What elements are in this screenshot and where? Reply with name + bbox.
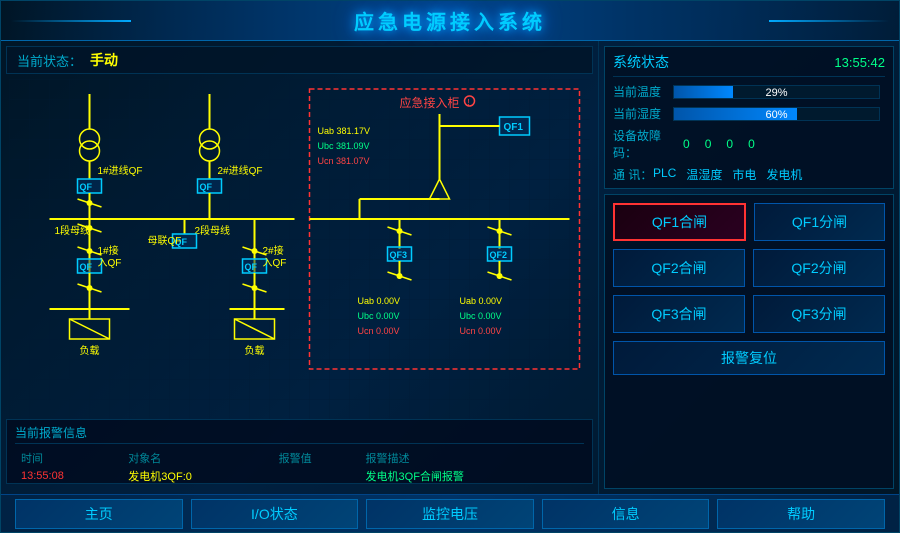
qf3-row: QF3合闸 QF3分闸 (613, 295, 885, 333)
svg-text:母联QF: 母联QF (148, 235, 182, 247)
alarm-reset-button[interactable]: 报警复位 (613, 341, 885, 375)
comm-generator: 发电机 (766, 166, 802, 183)
svg-text:Uab 381.17V: Uab 381.17V (318, 126, 371, 136)
svg-text:Uab 0.00V: Uab 0.00V (358, 296, 401, 306)
left-panel: 当前状态： 手动 应急接入柜 (1, 41, 599, 494)
nav-io-button[interactable]: I/O状态 (191, 499, 359, 529)
diagram-svg: 应急接入柜 ! QF (6, 79, 593, 419)
fault-val-2: 0 (705, 137, 712, 151)
header-title: 应急电源接入系统 (354, 6, 546, 35)
content-area: 当前状态： 手动 应急接入柜 (1, 41, 899, 494)
alarm-value (275, 468, 360, 484)
header: 应急电源接入系统 (1, 1, 899, 41)
alarm-col-device: 对象名 (124, 450, 272, 466)
fault-row: 设备故障码： 0 0 0 0 (613, 127, 885, 161)
main-container: 应急电源接入系统 当前状态： 手动 (0, 0, 900, 533)
svg-text:1#接: 1#接 (98, 244, 119, 257)
alarm-col-desc: 报警描述 (362, 450, 582, 466)
alarm-table: 时间 对象名 报警值 报警描述 13:55:08 发电机3QF:0 发电机3QF… (15, 448, 584, 486)
nav-monitor-button[interactable]: 监控电压 (366, 499, 534, 529)
svg-text:QF2: QF2 (490, 250, 508, 260)
humidity-row: 当前湿度 60% (613, 105, 885, 122)
alarm-section: 当前报警信息 时间 对象名 报警值 报警描述 13:55:08 发电机 (6, 419, 593, 484)
header-deco-left (11, 20, 131, 22)
svg-text:Ubc 381.09V: Ubc 381.09V (318, 141, 370, 151)
comm-temp-hum: 温湿度 (686, 166, 722, 183)
svg-text:Uab 0.00V: Uab 0.00V (460, 296, 503, 306)
temp-label: 当前温度 (613, 83, 673, 100)
alarm-col-value: 报警值 (275, 450, 360, 466)
sys-status-title: 系统状态 (613, 52, 669, 72)
svg-text:入QF: 入QF (263, 258, 287, 269)
status-bar: 当前状态： 手动 (6, 46, 593, 74)
comm-items: PLC 温湿度 市电 发电机 (653, 166, 802, 183)
footer-nav: 主页 I/O状态 监控电压 信息 帮助 (1, 494, 899, 532)
svg-text:Ucn 0.00V: Ucn 0.00V (460, 326, 502, 336)
alarm-desc: 发电机3QF合闸报警 (362, 468, 582, 484)
alarm-device: 发电机3QF:0 (124, 468, 272, 484)
temp-text: 29% (674, 86, 879, 100)
comm-plc: PLC (653, 166, 676, 183)
svg-text:负载: 负载 (80, 344, 100, 357)
nav-help-button[interactable]: 帮助 (717, 499, 885, 529)
comm-mains: 市电 (732, 166, 756, 183)
qf2-open-button[interactable]: QF2分闸 (753, 249, 885, 287)
fault-val-1: 0 (683, 137, 690, 151)
svg-text:QF: QF (245, 262, 258, 272)
fault-val-4: 0 (748, 137, 755, 151)
qf3-close-button[interactable]: QF3合闸 (613, 295, 745, 333)
alarm-title: 当前报警信息 (15, 424, 584, 444)
diagram-container: 应急接入柜 ! QF (6, 79, 593, 419)
sys-time: 13:55:42 (834, 55, 885, 70)
svg-text:QF: QF (200, 182, 213, 192)
svg-text:入QF: 入QF (98, 258, 122, 269)
svg-text:QF1: QF1 (504, 122, 524, 133)
fault-values: 0 0 0 0 (683, 137, 755, 151)
humidity-progress: 60% (673, 107, 880, 121)
svg-text:Ucn 381.07V: Ucn 381.07V (318, 156, 370, 166)
humidity-text: 60% (674, 108, 879, 122)
comm-label: 通 讯： (613, 166, 653, 183)
svg-text:Ubc 0.00V: Ubc 0.00V (460, 311, 502, 321)
status-header: 系统状态 13:55:42 (613, 52, 885, 77)
alarm-col-time: 时间 (17, 450, 122, 466)
system-status: 系统状态 13:55:42 当前温度 29% 当前湿度 60% (604, 46, 894, 189)
svg-text:2#接: 2#接 (263, 244, 284, 257)
comm-row: 通 讯： PLC 温湿度 市电 发电机 (613, 166, 885, 183)
right-panel: 系统状态 13:55:42 当前温度 29% 当前湿度 60% (599, 41, 899, 494)
svg-text:应急接入柜: 应急接入柜 (400, 95, 460, 110)
svg-text:QF: QF (80, 262, 93, 272)
temp-row: 当前温度 29% (613, 83, 885, 100)
fault-val-3: 0 (726, 137, 733, 151)
svg-text:负载: 负载 (245, 344, 265, 357)
qf2-row: QF2合闸 QF2分闸 (613, 249, 885, 287)
qf2-close-button[interactable]: QF2合闸 (613, 249, 745, 287)
control-buttons: QF1合闸 QF1分闸 QF2合闸 QF2分闸 QF3合闸 QF3分闸 报警复位 (604, 194, 894, 489)
svg-text:Ubc 0.00V: Ubc 0.00V (358, 311, 400, 321)
svg-text:Ucn 0.00V: Ucn 0.00V (358, 326, 400, 336)
svg-text:QF: QF (80, 182, 93, 192)
svg-text:2段母线: 2段母线 (195, 224, 231, 237)
status-label: 当前状态： (17, 51, 82, 70)
alarm-time: 13:55:08 (17, 468, 122, 484)
svg-text:1#进线QF: 1#进线QF (98, 164, 143, 177)
qf1-open-button[interactable]: QF1分闸 (754, 203, 885, 241)
svg-text:2#进线QF: 2#进线QF (218, 164, 263, 177)
humidity-label: 当前湿度 (613, 105, 673, 122)
status-value: 手动 (90, 50, 118, 70)
header-deco-right (769, 20, 889, 22)
qf3-open-button[interactable]: QF3分闸 (753, 295, 885, 333)
alarm-row: 13:55:08 发电机3QF:0 发电机3QF合闸报警 (17, 468, 582, 484)
fault-label: 设备故障码： (613, 127, 683, 161)
svg-text:!: ! (468, 98, 470, 107)
qf1-close-button[interactable]: QF1合闸 (613, 203, 746, 241)
nav-info-button[interactable]: 信息 (542, 499, 710, 529)
svg-text:QF3: QF3 (390, 250, 408, 260)
temp-progress: 29% (673, 85, 880, 99)
qf1-row: QF1合闸 QF1分闸 (613, 203, 885, 241)
nav-home-button[interactable]: 主页 (15, 499, 183, 529)
